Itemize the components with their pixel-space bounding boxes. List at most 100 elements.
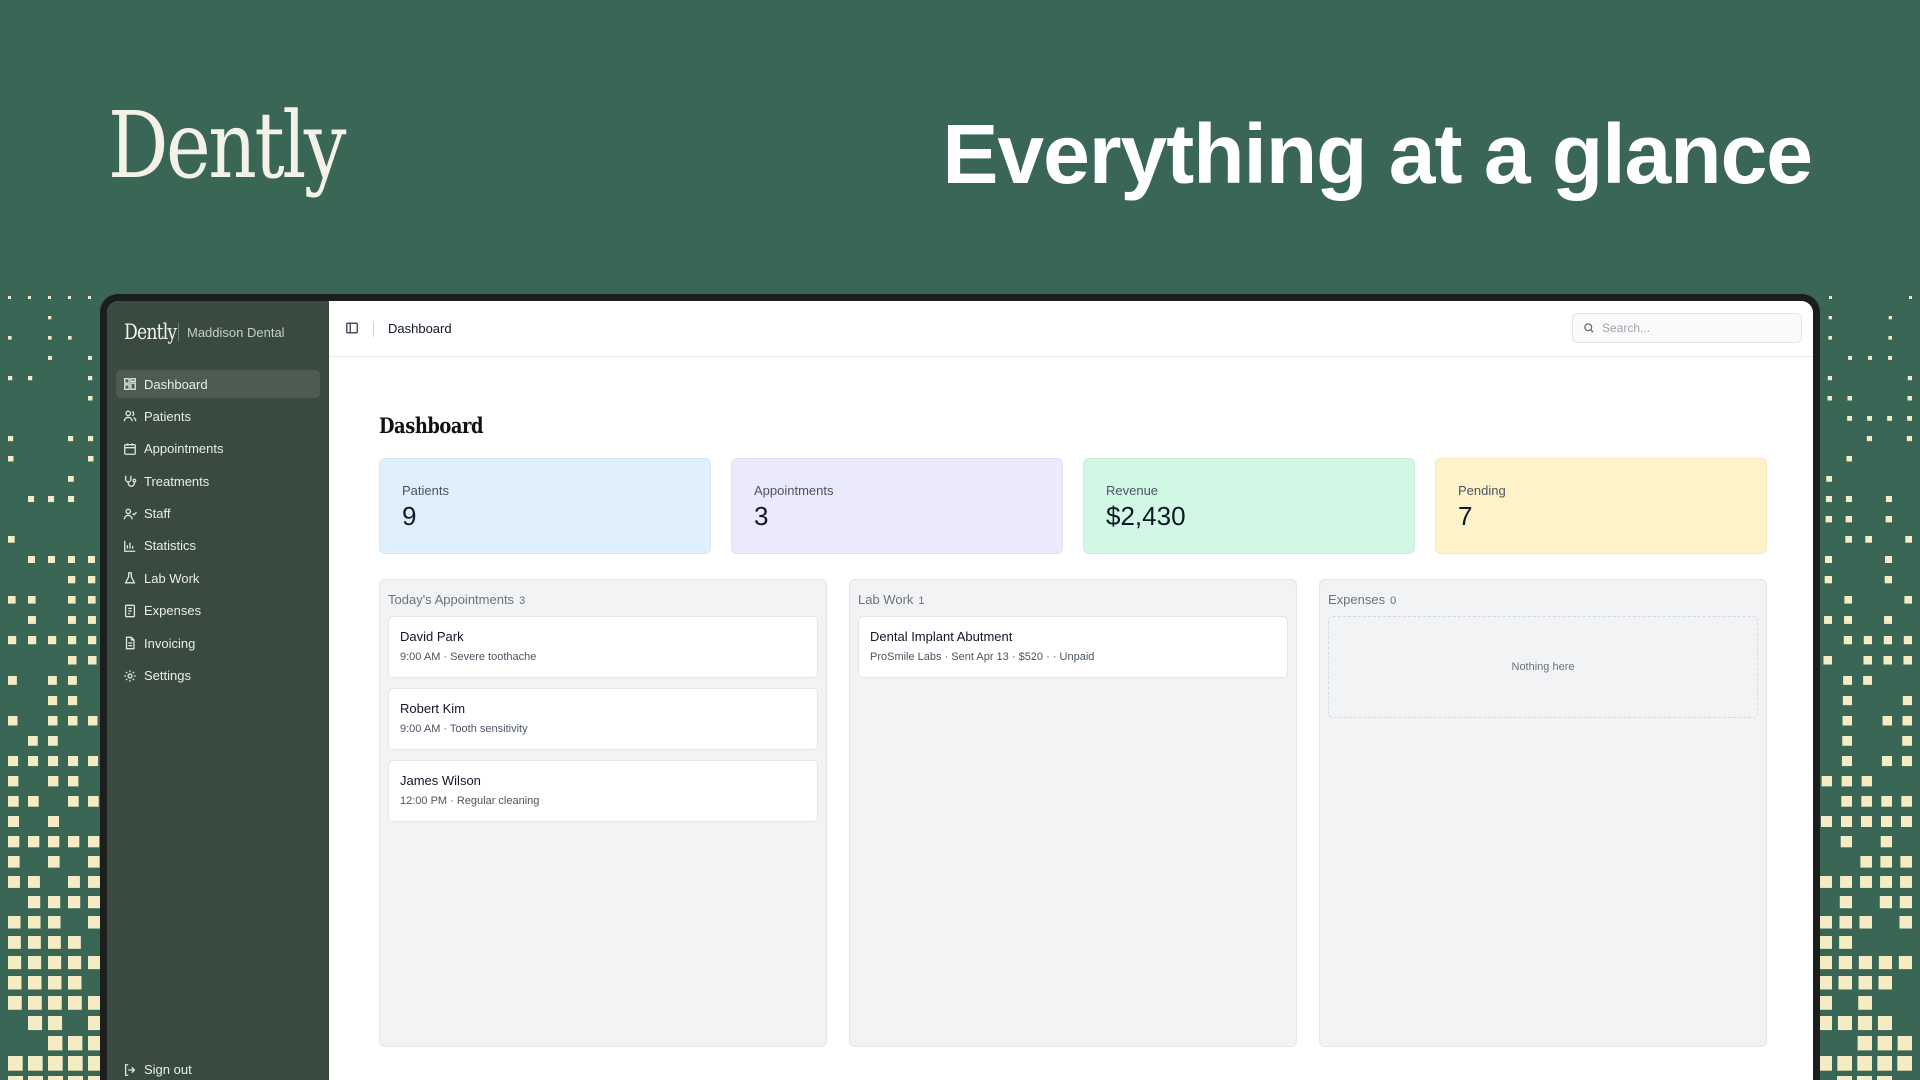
pixel-square bbox=[1897, 1036, 1912, 1051]
pixel-square bbox=[68, 296, 71, 299]
pixel-square bbox=[1888, 316, 1892, 320]
pixel-square bbox=[1861, 776, 1872, 787]
pixel-square bbox=[88, 1036, 100, 1051]
pixel-square bbox=[48, 996, 62, 1010]
pixel-square bbox=[1845, 516, 1852, 523]
pixel-square bbox=[68, 776, 79, 787]
search-box[interactable] bbox=[1572, 313, 1802, 343]
pixel-square bbox=[28, 736, 38, 746]
appointments-column: Today's Appointments 3 David Park 9:00 AM… bbox=[379, 579, 827, 1047]
pixel-square bbox=[1868, 356, 1872, 360]
pixel-square bbox=[1820, 1056, 1832, 1071]
sidebar-item-lab-work[interactable]: Lab Work bbox=[116, 564, 320, 592]
pixel-square bbox=[1907, 376, 1912, 381]
appointment-card[interactable]: David Park 9:00 AM · Severe toothache bbox=[388, 616, 818, 678]
sidebar-item-statistics[interactable]: Statistics bbox=[116, 532, 320, 560]
pixel-decoration-right bbox=[1820, 290, 1920, 1080]
pixel-square bbox=[88, 1056, 100, 1071]
sidebar-item-patients[interactable]: Patients bbox=[116, 402, 320, 430]
pixel-square bbox=[8, 776, 19, 787]
pixel-square bbox=[1820, 1016, 1832, 1031]
pixel-square bbox=[48, 856, 60, 868]
lab-work-column: Lab Work 1 Dental Implant Abutment ProSmi… bbox=[849, 579, 1297, 1047]
pixel-square bbox=[8, 436, 14, 442]
pixel-square bbox=[48, 336, 52, 340]
column-count: 1 bbox=[918, 595, 925, 607]
sidebar-toggle-icon[interactable] bbox=[345, 321, 361, 337]
pixel-square bbox=[1842, 736, 1852, 746]
sidebar-item-staff[interactable]: Staff bbox=[116, 500, 320, 528]
pixel-square bbox=[28, 556, 35, 563]
brand-logo: Dently bbox=[108, 92, 346, 199]
stat-label: Appointments bbox=[754, 483, 834, 498]
pixel-square bbox=[1841, 796, 1852, 807]
empty-state: Nothing here bbox=[1328, 616, 1758, 718]
pixel-square bbox=[1902, 716, 1912, 726]
pixel-square bbox=[1828, 336, 1832, 340]
sidebar-item-invoicing[interactable]: Invoicing bbox=[116, 629, 320, 657]
search-input[interactable] bbox=[1602, 321, 1782, 335]
pixel-square bbox=[28, 376, 33, 381]
pixel-square bbox=[1845, 496, 1852, 503]
pixel-square bbox=[68, 616, 76, 624]
pixel-square bbox=[1881, 796, 1892, 807]
app-window: Dently Maddison Dental Dashboard Patient… bbox=[107, 301, 1813, 1080]
pixel-square bbox=[1863, 636, 1872, 645]
pixel-square bbox=[1885, 496, 1892, 503]
pixel-square bbox=[48, 1056, 63, 1071]
stat-card-pending[interactable]: Pending 7 bbox=[1435, 458, 1767, 554]
column-header: Expenses 0 bbox=[1328, 592, 1758, 607]
pixel-square bbox=[88, 596, 96, 604]
pixel-square bbox=[1821, 816, 1832, 827]
lab-work-card[interactable]: Dental Implant Abutment ProSmile Labs · … bbox=[858, 616, 1288, 678]
pixel-square bbox=[48, 696, 58, 706]
sign-out-button[interactable]: Sign out bbox=[116, 1056, 320, 1080]
sidebar-item-dashboard[interactable]: Dashboard bbox=[116, 370, 320, 398]
pixel-square bbox=[1847, 396, 1852, 401]
pixel-square bbox=[1838, 956, 1852, 970]
pixel-square bbox=[1863, 656, 1872, 665]
sidebar-logo[interactable]: Dently bbox=[124, 320, 177, 344]
pixel-square bbox=[28, 836, 40, 848]
sidebar-item-settings[interactable]: Settings bbox=[116, 662, 320, 690]
pixel-square bbox=[48, 816, 59, 827]
pixel-square bbox=[88, 996, 100, 1010]
pixel-square bbox=[1884, 576, 1892, 584]
pixel-square bbox=[1897, 1056, 1912, 1071]
sidebar-item-appointments[interactable]: Appointments bbox=[116, 435, 320, 463]
sidebar-item-label: Staff bbox=[144, 506, 171, 522]
pixel-square bbox=[1905, 536, 1912, 543]
appointment-card[interactable]: Robert Kim 9:00 AM · Tooth sensitivity bbox=[388, 688, 818, 750]
pixel-square bbox=[28, 1016, 43, 1031]
appointment-card[interactable]: James Wilson 12:00 PM · Regular cleaning bbox=[388, 760, 818, 822]
sidebar-item-label: Dashboard bbox=[144, 376, 208, 392]
pixel-square bbox=[8, 996, 22, 1010]
pixel-square bbox=[8, 856, 20, 868]
pixel-square bbox=[8, 836, 20, 848]
pixel-square bbox=[88, 436, 94, 442]
sidebar-item-expenses[interactable]: Expenses bbox=[116, 597, 320, 625]
search-icon bbox=[1584, 323, 1594, 333]
pixel-square bbox=[88, 376, 93, 381]
sidebar-item-label: Settings bbox=[144, 668, 191, 684]
stat-label: Pending bbox=[1458, 483, 1506, 498]
stat-card-patients[interactable]: Patients 9 bbox=[379, 458, 711, 554]
sidebar-item-label: Appointments bbox=[144, 441, 224, 457]
pixel-square bbox=[1823, 656, 1832, 665]
pixel-square bbox=[88, 756, 99, 767]
pixel-square bbox=[1884, 616, 1892, 624]
stat-value: 3 bbox=[754, 501, 769, 531]
pixel-square bbox=[88, 716, 98, 726]
pixel-square bbox=[1902, 736, 1912, 746]
pixel-square bbox=[1900, 856, 1912, 868]
pixel-square bbox=[88, 636, 97, 645]
stat-card-revenue[interactable]: Revenue $2,430 bbox=[1083, 458, 1415, 554]
column-header: Today's Appointments 3 bbox=[388, 592, 818, 607]
stat-card-appointments[interactable]: Appointments 3 bbox=[731, 458, 1063, 554]
pixel-square bbox=[1824, 616, 1832, 624]
pixel-square bbox=[1844, 616, 1852, 624]
sidebar-item-label: Statistics bbox=[144, 538, 197, 554]
card-meta: 12:00 PM · Regular cleaning bbox=[400, 795, 540, 807]
pixel-square bbox=[8, 376, 13, 381]
sidebar-item-treatments[interactable]: Treatments bbox=[116, 467, 320, 495]
